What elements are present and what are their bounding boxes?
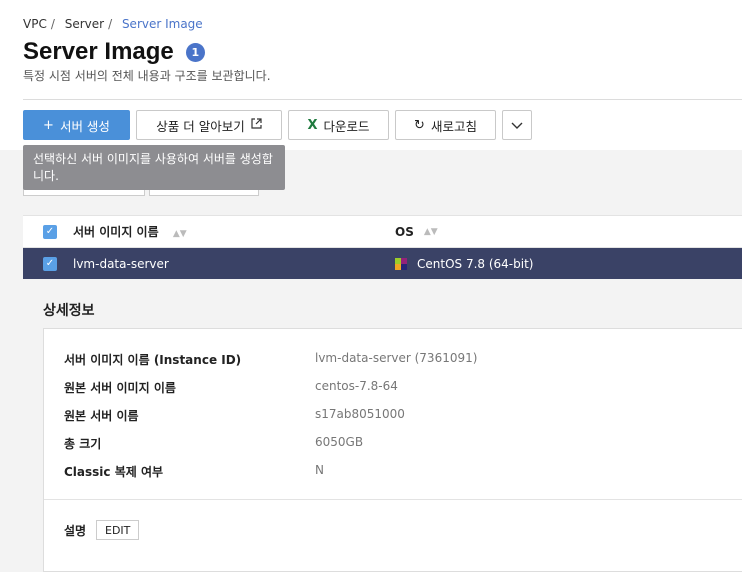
chevron-down-icon (511, 118, 523, 133)
column-header-os[interactable]: OS ▲▼ (395, 225, 438, 239)
sort-icon[interactable]: ▲▼ (173, 229, 187, 239)
download-button[interactable]: X 다운로드 (288, 110, 389, 140)
detail-key: Classic 복제 여부 (64, 465, 164, 479)
detail-panel: 서버 이미지 이름 (Instance ID) lvm-data-server … (43, 328, 742, 572)
create-server-button[interactable]: + 서버 생성 (23, 110, 130, 140)
title-row: Server Image 1 (23, 38, 205, 66)
header-divider (23, 99, 742, 100)
create-server-tooltip: 선택하신 서버 이미지를 사용하여 서버를 생성합니다. (23, 145, 285, 190)
breadcrumb-vpc[interactable]: VPC (23, 17, 47, 31)
refresh-label: 새로고침 (430, 118, 477, 134)
create-server-label: 서버 생성 (59, 118, 110, 134)
detail-value: s17ab8051000 (315, 407, 405, 421)
detail-value: centos-7.8-64 (315, 379, 398, 393)
edit-description-button[interactable]: EDIT (96, 520, 140, 540)
detail-key: 서버 이미지 이름 (Instance ID) (64, 353, 242, 367)
learn-more-button[interactable]: 상품 더 알아보기 (136, 110, 282, 140)
row-os-label: CentOS 7.8 (64-bit) (417, 256, 534, 271)
sort-icon[interactable]: ▲▼ (424, 227, 438, 237)
row-os: CentOS 7.8 (64-bit) (395, 257, 533, 271)
column-header-os-label: OS (395, 224, 414, 239)
breadcrumb-server[interactable]: Server (65, 17, 104, 31)
table-header: ✓ 서버 이미지 이름 ▲▼ OS ▲▼ (23, 216, 742, 248)
select-all-checkbox[interactable]: ✓ (43, 224, 57, 239)
column-header-name-label: 서버 이미지 이름 (73, 225, 159, 239)
detail-key: 총 크기 (64, 437, 102, 451)
table-row[interactable]: ✓ lvm-data-server CentOS 7.8 (64-bit) (23, 248, 742, 279)
detail-key: 원본 서버 이름 (64, 409, 139, 423)
toolbar: + 서버 생성 상품 더 알아보기 X 다운로드 ↻ 새로고침 (23, 110, 532, 140)
refresh-button[interactable]: ↻ 새로고침 (395, 110, 496, 140)
detail-value: 6050GB (315, 435, 364, 449)
page-subtitle: 특정 시점 서버의 전체 내용과 구조를 보관합니다. (23, 69, 271, 83)
column-header-name[interactable]: 서버 이미지 이름 ▲▼ (73, 223, 187, 240)
plus-icon: + (43, 117, 54, 133)
download-label: 다운로드 (323, 118, 370, 134)
breadcrumb-current: Server Image (121, 17, 203, 31)
page-title: Server Image (23, 38, 174, 65)
description-label: 설명 (64, 524, 87, 538)
external-link-icon (251, 118, 262, 132)
refresh-icon: ↻ (414, 117, 425, 133)
breadcrumb: VPC / Server / Server Image (23, 17, 203, 31)
detail-value: N (315, 463, 324, 477)
detail-divider (44, 499, 742, 500)
detail-title: 상세정보 (43, 303, 95, 319)
row-checkbox[interactable]: ✓ (43, 256, 57, 271)
more-dropdown-button[interactable] (502, 110, 532, 140)
excel-icon: X (307, 117, 318, 133)
centos-icon (395, 257, 407, 270)
learn-more-label: 상품 더 알아보기 (156, 118, 245, 134)
count-badge: 1 (185, 42, 205, 62)
row-image-name: lvm-data-server (73, 256, 169, 271)
detail-key: 원본 서버 이미지 이름 (64, 381, 176, 395)
detail-value: lvm-data-server (7361091) (315, 351, 478, 365)
server-image-table: ✓ 서버 이미지 이름 ▲▼ OS ▲▼ ✓ lvm-data-server C… (23, 215, 742, 279)
